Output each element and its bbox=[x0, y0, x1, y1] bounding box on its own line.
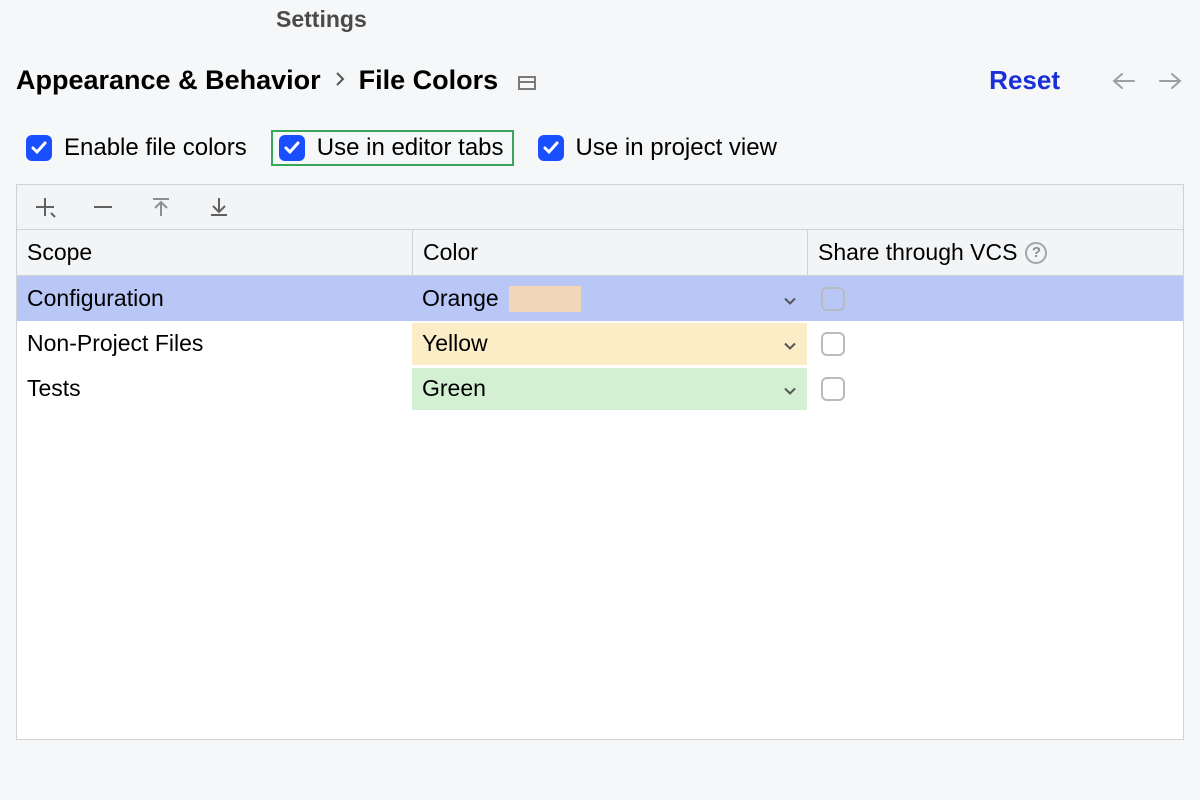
table-toolbar bbox=[17, 185, 1183, 230]
table-row[interactable]: Tests Green bbox=[17, 366, 1183, 411]
color-label: Yellow bbox=[422, 330, 488, 357]
color-cell[interactable]: Green bbox=[412, 366, 807, 411]
share-vcs-checkbox[interactable] bbox=[821, 332, 845, 356]
use-in-project-view-label: Use in project view bbox=[576, 134, 777, 162]
window-title: Settings bbox=[276, 6, 367, 32]
enable-file-colors-checkbox[interactable]: Enable file colors bbox=[20, 130, 253, 166]
share-vcs-checkbox[interactable] bbox=[821, 287, 845, 311]
chevron-right-icon bbox=[335, 69, 345, 92]
add-icon[interactable] bbox=[31, 193, 59, 221]
back-icon[interactable] bbox=[1110, 70, 1138, 92]
remove-icon[interactable] bbox=[89, 193, 117, 221]
move-down-icon[interactable] bbox=[205, 193, 233, 221]
header-vcs-label: Share through VCS bbox=[818, 239, 1017, 266]
chevron-down-icon[interactable] bbox=[783, 375, 797, 402]
header-color: Color bbox=[412, 230, 807, 275]
color-swatch bbox=[509, 286, 581, 312]
share-vcs-cell bbox=[807, 321, 1183, 366]
table-body: Configuration Orange Non-Project Files Yell… bbox=[17, 276, 1183, 739]
enable-file-colors-label: Enable file colors bbox=[64, 134, 247, 162]
breadcrumb-page: File Colors bbox=[359, 65, 499, 96]
header-vcs: Share through VCS ? bbox=[807, 230, 1183, 275]
file-colors-table: Scope Color Share through VCS ? Configur… bbox=[16, 184, 1184, 740]
checkbox-checked-icon bbox=[26, 135, 52, 161]
checkbox-checked-icon bbox=[279, 135, 305, 161]
window-icon[interactable] bbox=[518, 76, 536, 90]
color-label: Orange bbox=[422, 285, 499, 312]
color-cell[interactable]: Yellow bbox=[412, 321, 807, 366]
help-icon[interactable]: ? bbox=[1025, 242, 1047, 264]
header-scope: Scope bbox=[17, 230, 412, 275]
move-up-icon[interactable] bbox=[147, 193, 175, 221]
table-row[interactable]: Non-Project Files Yellow bbox=[17, 321, 1183, 366]
table-row[interactable]: Configuration Orange bbox=[17, 276, 1183, 321]
use-in-editor-tabs-label: Use in editor tabs bbox=[317, 134, 504, 162]
scope-cell: Non-Project Files bbox=[17, 321, 412, 366]
use-in-editor-tabs-checkbox[interactable]: Use in editor tabs bbox=[271, 130, 514, 166]
breadcrumb-row: Appearance & Behavior File Colors Reset bbox=[0, 37, 1200, 114]
color-cell[interactable]: Orange bbox=[412, 276, 807, 321]
share-vcs-cell bbox=[807, 366, 1183, 411]
reset-button[interactable]: Reset bbox=[989, 65, 1060, 96]
chevron-down-icon[interactable] bbox=[783, 330, 797, 357]
checks-row: Enable file colors Use in editor tabs Us… bbox=[0, 114, 1200, 184]
breadcrumb-category[interactable]: Appearance & Behavior bbox=[16, 65, 321, 96]
color-label: Green bbox=[422, 375, 486, 402]
share-vcs-cell bbox=[807, 276, 1183, 321]
chevron-down-icon[interactable] bbox=[783, 285, 797, 312]
table-header: Scope Color Share through VCS ? bbox=[17, 230, 1183, 276]
scope-cell: Tests bbox=[17, 366, 412, 411]
forward-icon[interactable] bbox=[1156, 70, 1184, 92]
checkbox-checked-icon bbox=[538, 135, 564, 161]
use-in-project-view-checkbox[interactable]: Use in project view bbox=[532, 130, 783, 166]
scope-cell: Configuration bbox=[17, 276, 412, 321]
share-vcs-checkbox[interactable] bbox=[821, 377, 845, 401]
